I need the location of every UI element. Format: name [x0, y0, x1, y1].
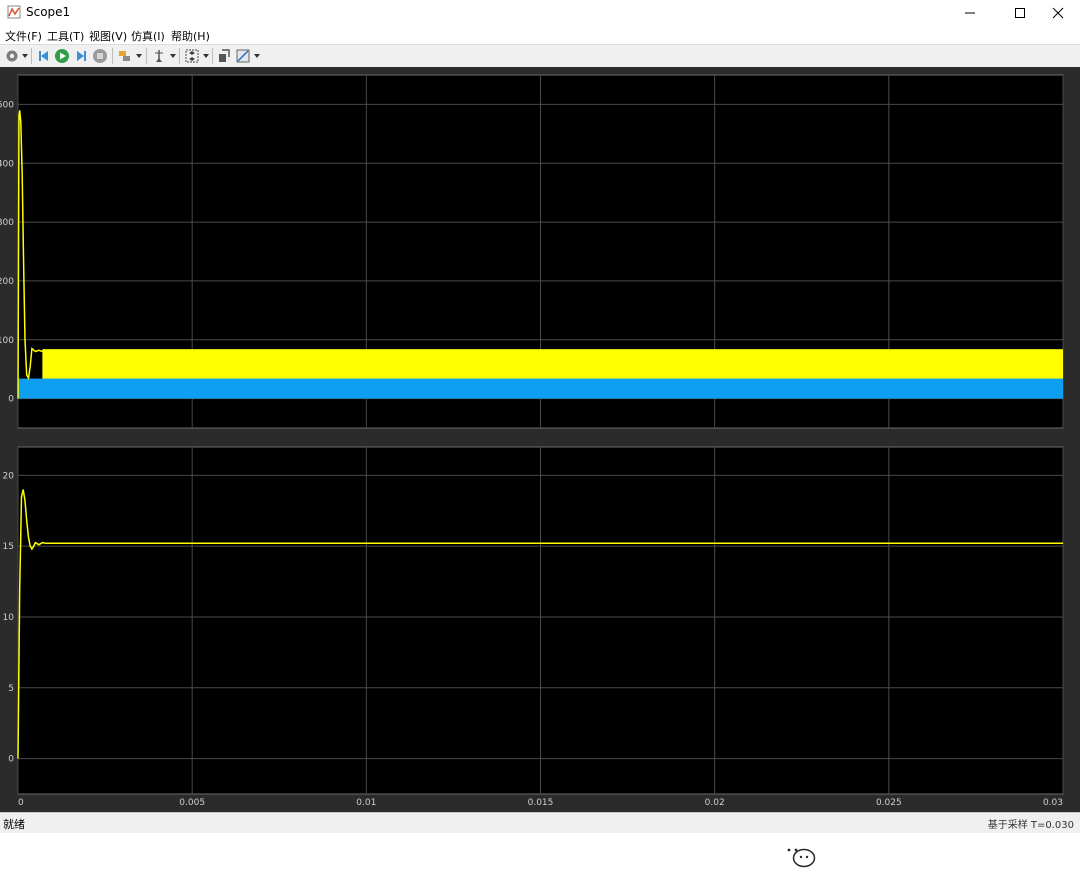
- minimize-button[interactable]: [948, 0, 992, 26]
- scope-axes-1: 0 100 200 300 400 500: [0, 74, 1064, 429]
- x-tick-label: 0.025: [876, 798, 902, 808]
- menu-simulation[interactable]: 仿真(I): [131, 28, 165, 44]
- y-tick-label: 20: [3, 471, 15, 481]
- x-tick-label: 0.02: [705, 798, 725, 808]
- series-band-1: [42, 349, 1063, 380]
- menu-bar: 文件(F) 工具(T) 视图(V) 仿真(I) 帮助(H): [0, 26, 1080, 64]
- x-tick-label: 0.03: [1043, 798, 1063, 808]
- style-button[interactable]: [234, 47, 252, 65]
- cursor-icon: [155, 50, 163, 62]
- wechat-icon: [781, 842, 816, 868]
- gear-icon: [6, 50, 18, 62]
- cursor-button[interactable]: [150, 47, 168, 65]
- toolbar-separator: [146, 48, 147, 64]
- y-tick-label: 10: [3, 613, 15, 623]
- status-text: 就绪: [3, 818, 25, 831]
- chevron-down-icon[interactable]: [170, 53, 176, 59]
- status-bar: 就绪 基于采样 T=0.030: [0, 812, 1080, 833]
- toolbar-separator: [179, 48, 180, 64]
- y-tick-label: 200: [0, 277, 14, 287]
- stop-icon: [93, 49, 107, 63]
- menu-file[interactable]: 文件(F): [5, 28, 42, 44]
- scope-plot-area: 01002003004005000510152000.0050.010.0150…: [0, 67, 1080, 870]
- y-tick-label: 0: [8, 395, 14, 405]
- x-tick-label: 0.015: [528, 798, 554, 808]
- x-tick-label: 0: [18, 798, 24, 808]
- y-tick-label: 400: [0, 159, 14, 169]
- y-tick-label: 15: [3, 542, 14, 552]
- scope-plots[interactable]: 01002003004005000510152000.0050.010.0150…: [0, 67, 1080, 812]
- x-tick-label: 0.01: [356, 798, 376, 808]
- watermark-text: 公众号 · 羽林君: [824, 845, 986, 870]
- highlight-button[interactable]: [116, 47, 134, 65]
- window-title: Scope1: [26, 5, 71, 19]
- step-back-icon: [39, 51, 48, 61]
- settings-button[interactable]: [3, 47, 21, 65]
- toolbar-separator: [212, 48, 213, 64]
- zoom-button[interactable]: [183, 47, 201, 65]
- step-back-button[interactable]: [35, 47, 53, 65]
- toolbar-separator: [112, 48, 113, 64]
- x-tick-label: 0.005: [179, 798, 205, 808]
- menu-tools[interactable]: 工具(T): [47, 28, 84, 44]
- maximize-icon: [1015, 8, 1025, 18]
- minimize-icon: [965, 12, 975, 14]
- chevron-down-icon[interactable]: [22, 53, 28, 59]
- run-icon: [55, 49, 69, 63]
- y-tick-label: 5: [8, 684, 14, 694]
- chevron-down-icon[interactable]: [136, 53, 142, 59]
- run-button[interactable]: [53, 47, 71, 65]
- chevron-down-icon[interactable]: [254, 53, 260, 59]
- y-tick-label: 0: [8, 755, 14, 765]
- step-forward-button[interactable]: [72, 47, 90, 65]
- close-icon: [1052, 7, 1064, 19]
- y-tick-label: 100: [0, 336, 14, 346]
- watermark: 公众号 · 羽林君: [780, 837, 986, 873]
- highlight-icon: [119, 51, 130, 61]
- series-band-2: [18, 378, 1063, 399]
- close-button[interactable]: [1036, 0, 1080, 26]
- y-tick-label: 500: [0, 100, 14, 110]
- stop-button[interactable]: [91, 47, 109, 65]
- y-tick-label: 300: [0, 218, 14, 228]
- scale-icon: [219, 49, 230, 62]
- title-bar: Scope1: [0, 0, 1080, 27]
- zoom-icon: [185, 49, 199, 63]
- toolbar: [0, 44, 1080, 68]
- scope-app-icon: [7, 5, 21, 19]
- toolbar-separator: [31, 48, 32, 64]
- menu-help[interactable]: 帮助(H): [171, 28, 210, 44]
- chevron-down-icon[interactable]: [203, 53, 209, 59]
- menu-view[interactable]: 视图(V): [89, 28, 127, 44]
- style-icon: [236, 49, 250, 63]
- scale-button[interactable]: [215, 47, 233, 65]
- step-forward-icon: [77, 51, 86, 61]
- sample-time-readout: 基于采样 T=0.030: [987, 820, 1074, 831]
- scope-axes-2: 0 5 10 15 20 0 0.005 0.01 0.015 0.02 0.025 0.03: [3, 446, 1064, 808]
